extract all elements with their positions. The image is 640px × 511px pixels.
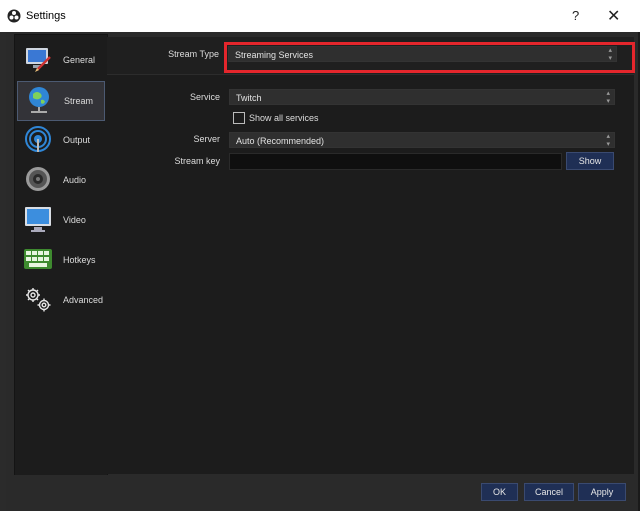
stream-type-label: Stream Type <box>168 49 219 59</box>
window-title: Settings <box>26 10 66 22</box>
sidebar-item-label: Stream <box>64 96 94 106</box>
sidebar-item-hotkeys[interactable]: Hotkeys <box>17 241 103 279</box>
sidebar-item-general[interactable]: General <box>17 41 103 79</box>
service-value: Twitch <box>236 93 262 103</box>
speaker-icon <box>26 167 50 191</box>
sidebar-item-label: Audio <box>63 175 87 185</box>
sidebar-item-advanced[interactable]: Advanced <box>17 281 103 319</box>
sidebar-item-output[interactable]: Output <box>17 121 103 159</box>
server-value: Auto (Recommended) <box>236 136 325 146</box>
stream-settings-panel: Stream Type Streaming Services ▴ ▾ Servic… <box>107 37 634 474</box>
gears-icon <box>26 288 51 312</box>
close-button[interactable]: ✕ <box>607 6 620 26</box>
updown-arrows-icon: ▴ ▾ <box>606 90 610 105</box>
show-all-services-label: Show all services <box>249 113 319 123</box>
updown-arrows-icon: ▴ ▾ <box>606 133 610 148</box>
settings-sidebar: General Stream Output Audio Video Hotkey… <box>14 34 108 476</box>
broadcast-signal-icon <box>25 126 51 152</box>
title-bar: Settings ? ✕ <box>0 0 640 32</box>
server-select[interactable]: Auto (Recommended) ▴ ▾ <box>229 132 615 148</box>
show-key-button[interactable]: Show <box>566 152 614 170</box>
keyboard-icon <box>24 249 52 269</box>
settings-dialog: General Stream Output Audio Video Hotkey… <box>6 32 638 511</box>
sidebar-item-video[interactable]: Video <box>17 201 103 239</box>
sidebar-item-stream[interactable]: Stream <box>17 81 105 121</box>
ok-button[interactable]: OK <box>481 483 518 501</box>
sidebar-item-label: Video <box>63 215 86 225</box>
globe-network-icon <box>29 87 49 113</box>
stream-key-input[interactable] <box>229 153 562 170</box>
sidebar-item-audio[interactable]: Audio <box>17 161 103 199</box>
apply-button[interactable]: Apply <box>578 483 626 501</box>
dialog-footer: OK Cancel Apply <box>6 475 638 511</box>
sidebar-item-label: General <box>63 55 96 65</box>
monitor-icon <box>25 207 51 232</box>
highlight-box <box>224 42 635 73</box>
sidebar-item-label: Output <box>63 135 91 145</box>
help-button[interactable]: ? <box>572 8 579 23</box>
server-label: Server <box>193 134 220 144</box>
sidebar-item-label: Advanced <box>63 295 104 305</box>
monitor-pen-icon <box>26 48 51 72</box>
stream-key-label: Stream key <box>174 156 220 166</box>
show-all-services-checkbox[interactable] <box>233 112 245 124</box>
obs-logo-icon <box>7 9 21 23</box>
service-select[interactable]: Twitch ▴ ▾ <box>229 89 615 105</box>
sidebar-item-label: Hotkeys <box>63 255 96 265</box>
service-label: Service <box>189 92 220 102</box>
cancel-button[interactable]: Cancel <box>524 483 574 501</box>
